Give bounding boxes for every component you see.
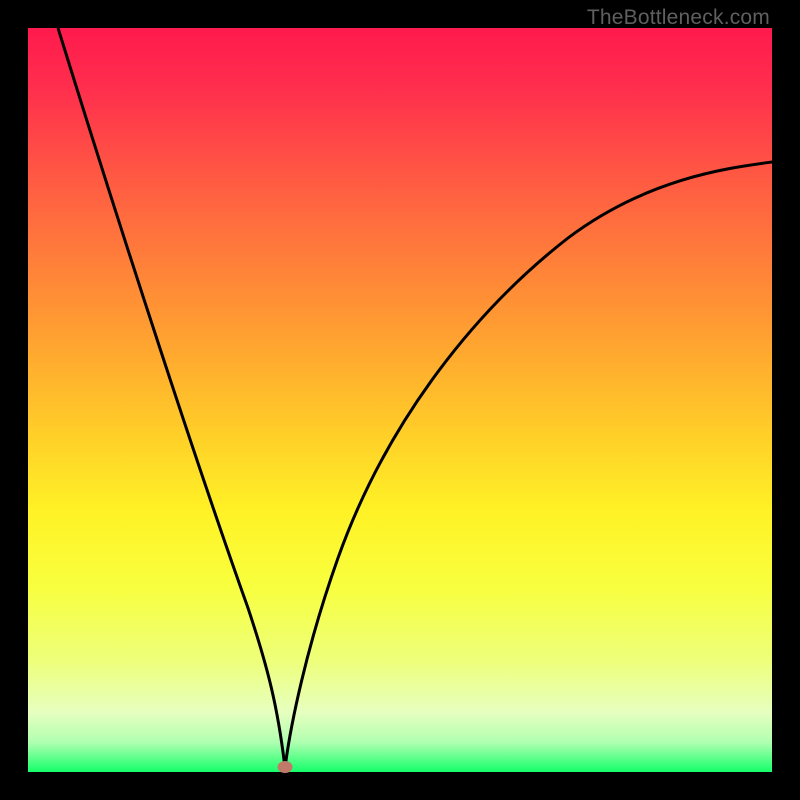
chart-plot-area (28, 28, 772, 772)
watermark-text: TheBottleneck.com (587, 6, 770, 30)
optimal-point-marker (278, 761, 293, 773)
